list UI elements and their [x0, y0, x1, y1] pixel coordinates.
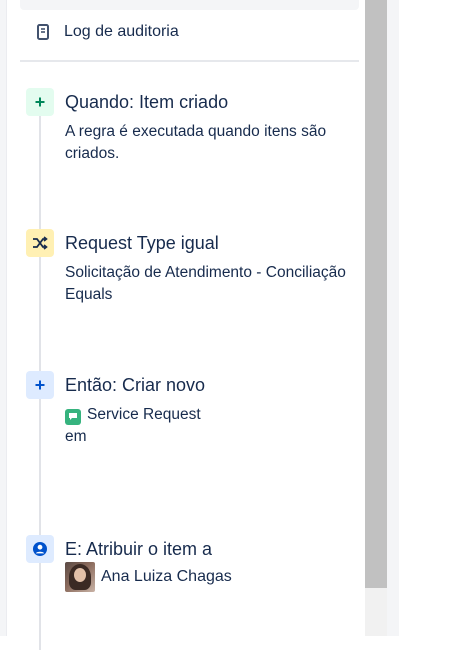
avatar: [65, 562, 95, 592]
assignee[interactable]: Ana Luiza Chagas: [65, 562, 232, 592]
right-gutter: [387, 0, 399, 636]
shuffle-icon: [26, 229, 54, 257]
step-description: Solicitação de Atendimento - Conciliação…: [65, 264, 346, 303]
item-type-suffix: em: [65, 428, 87, 445]
document-icon: [34, 23, 52, 41]
rule-details-panel: Log de auditoria Quando: Item criado A r…: [6, 0, 365, 650]
item-type-label: Service Request: [87, 406, 201, 423]
service-request-icon: [65, 408, 81, 425]
step-title: Então: Criar novo: [65, 375, 206, 395]
step-title: Quando: Item criado: [65, 92, 229, 112]
divider: [20, 60, 359, 62]
step-title: Request Type igual: [65, 233, 219, 253]
step-title: E: Atribuir o item a: [65, 539, 213, 559]
scrollbar-thumb[interactable]: [365, 0, 387, 588]
user-circle-icon: [26, 535, 54, 563]
assignee-name: Ana Luiza Chagas: [101, 568, 232, 585]
step-description: Service Request em: [65, 404, 355, 448]
audit-log-label: Log de auditoria: [64, 23, 179, 40]
avatar-face: [74, 568, 86, 582]
audit-log-link[interactable]: Log de auditoria: [20, 17, 359, 47]
previous-section-bottom: [20, 0, 359, 10]
plus-icon: [26, 88, 54, 116]
plus-icon: [26, 371, 54, 399]
step-description: A regra é executada quando itens são cri…: [65, 123, 327, 162]
